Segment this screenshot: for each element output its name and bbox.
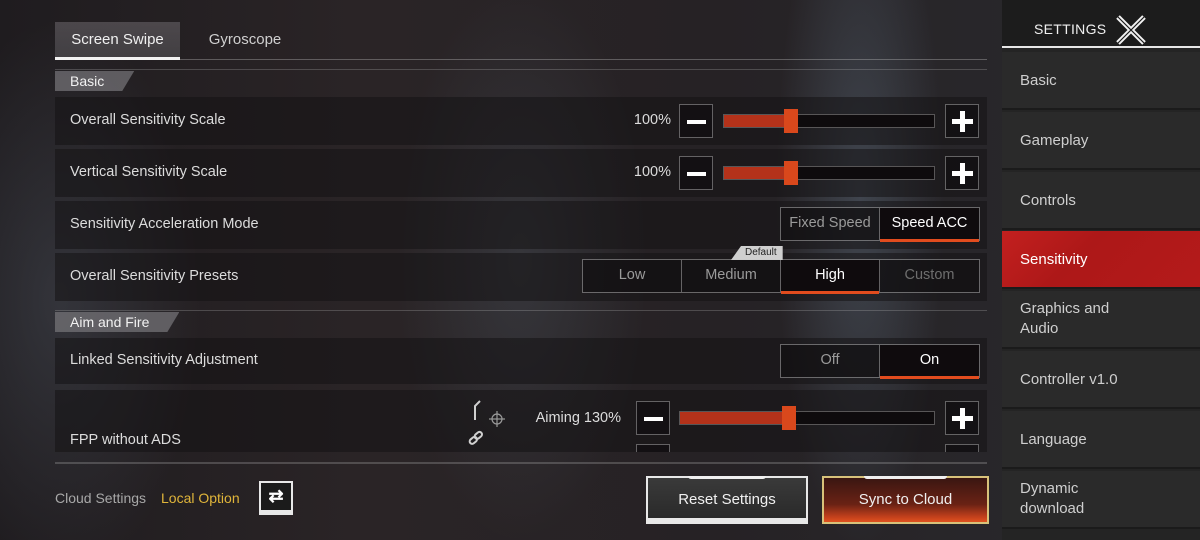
minus-icon xyxy=(644,417,663,421)
section-basic: Basic xyxy=(55,69,987,89)
sidebar-item-controller[interactable]: Controller v1.0 xyxy=(1002,351,1200,409)
sidebar-item-label: Basic xyxy=(1020,72,1057,89)
slider-fill xyxy=(724,167,792,179)
sync-to-cloud-button[interactable]: Sync to Cloud xyxy=(822,476,989,524)
settings-sidebar: SETTINGS Basic Gameplay Controls Sensiti… xyxy=(1002,0,1200,540)
sidebar-item-label: Language xyxy=(1020,431,1087,448)
row-vertical-sensitivity: Vertical Sensitivity Scale 100% xyxy=(55,149,987,197)
sensitivity-presets-label: Overall Sensitivity Presets xyxy=(70,268,239,284)
cloud-settings-label: Cloud Settings xyxy=(55,490,147,506)
vertical-sensitivity-label: Vertical Sensitivity Scale xyxy=(70,164,228,180)
swap-icon[interactable]: ⇄ xyxy=(259,481,293,515)
sidebar-header: SETTINGS xyxy=(1002,0,1200,48)
row-fpp-without-ads: FPP without ADS Aiming 130% xyxy=(55,390,987,452)
acceleration-mode-toggle: Fixed Speed Speed ACC xyxy=(780,207,980,242)
section-basic-label: Basic xyxy=(55,71,134,91)
sidebar-item-controls[interactable]: Controls xyxy=(1002,172,1200,230)
preset-high[interactable]: High xyxy=(781,260,880,294)
sidebar-item-basic[interactable]: Basic xyxy=(1002,52,1200,110)
row-acceleration-mode: Sensitivity Acceleration Mode Fixed Spee… xyxy=(55,201,987,249)
slider-thumb[interactable] xyxy=(784,109,799,133)
sensitivity-presets-selector: Low Medium High Custom xyxy=(582,259,980,294)
preset-custom[interactable]: Custom xyxy=(880,260,979,292)
sidebar-title: SETTINGS xyxy=(1034,21,1107,37)
slider-thumb[interactable] xyxy=(784,161,799,185)
close-icon[interactable] xyxy=(1115,14,1147,46)
slider-fill xyxy=(724,115,792,127)
reset-settings-button[interactable]: Reset Settings xyxy=(646,476,808,524)
slider-fill xyxy=(680,412,790,424)
sidebar-item-label: Dynamic download xyxy=(1020,480,1085,517)
section-aim-and-fire-label: Aim and Fire xyxy=(55,312,179,332)
sidebar-item-language[interactable]: Language xyxy=(1002,411,1200,469)
sidebar-item-graphics-audio[interactable]: Graphics and Audio xyxy=(1002,291,1200,349)
preset-medium[interactable]: Medium xyxy=(682,260,781,292)
tab-bar: Screen Swipe Gyroscope xyxy=(55,22,987,60)
vertical-sensitivity-value: 100% xyxy=(633,164,671,180)
aiming-value: Aiming 130% xyxy=(535,410,621,426)
overall-sensitivity-slider[interactable] xyxy=(723,109,935,133)
linked-adjustment-label: Linked Sensitivity Adjustment xyxy=(70,352,258,368)
next-row-increase-button[interactable] xyxy=(945,444,979,452)
minus-icon xyxy=(687,120,706,124)
row-overall-sensitivity: Overall Sensitivity Scale 100% xyxy=(55,97,987,145)
section-aim-and-fire: Aim and Fire xyxy=(55,310,987,330)
link-bracket-icon xyxy=(468,400,505,445)
sidebar-item-label: Graphics and Audio xyxy=(1020,300,1110,337)
sidebar-item-label: Sensitivity xyxy=(1020,251,1088,268)
vertical-sensitivity-slider[interactable] xyxy=(723,161,935,185)
aiming-decrease-button[interactable] xyxy=(636,401,670,435)
slider-thumb[interactable] xyxy=(782,406,797,430)
sidebar-item-label: Gameplay xyxy=(1020,132,1089,149)
overall-sensitivity-value: 100% xyxy=(633,112,671,128)
tab-gyroscope[interactable]: Gyroscope xyxy=(185,22,305,60)
option-on[interactable]: On xyxy=(880,345,979,379)
next-row-decrease-button[interactable] xyxy=(636,444,670,452)
sidebar-item-sensitivity[interactable]: Sensitivity xyxy=(1002,231,1200,289)
preset-low[interactable]: Low xyxy=(583,260,682,292)
minus-icon xyxy=(687,172,706,176)
sidebar-item-label: Controls xyxy=(1020,192,1076,209)
option-speed-acc[interactable]: Speed ACC xyxy=(880,208,979,242)
fpp-without-ads-label: FPP without ADS xyxy=(70,432,181,448)
row-linked-adjustment: Linked Sensitivity Adjustment Off On xyxy=(55,338,987,384)
overall-sensitivity-label: Overall Sensitivity Scale xyxy=(70,112,226,128)
option-fixed-speed[interactable]: Fixed Speed xyxy=(781,208,880,240)
option-off[interactable]: Off xyxy=(781,345,880,377)
acceleration-mode-label: Sensitivity Acceleration Mode xyxy=(70,216,259,232)
sidebar-item-label: Controller v1.0 xyxy=(1020,371,1118,388)
settings-panel: Screen Swipe Gyroscope Basic Overall Sen… xyxy=(55,0,989,540)
aiming-slider[interactable] xyxy=(679,406,935,430)
overall-sensitivity-increase-button[interactable] xyxy=(945,104,979,138)
overall-sensitivity-decrease-button[interactable] xyxy=(679,104,713,138)
content-divider xyxy=(55,462,987,464)
row-sensitivity-presets: Overall Sensitivity Presets Default Low … xyxy=(55,246,987,301)
linked-adjustment-toggle: Off On xyxy=(780,344,980,379)
vertical-sensitivity-decrease-button[interactable] xyxy=(679,156,713,190)
aiming-increase-button[interactable] xyxy=(945,401,979,435)
tab-screen-swipe[interactable]: Screen Swipe xyxy=(55,22,180,60)
vertical-sensitivity-increase-button[interactable] xyxy=(945,156,979,190)
sidebar-item-gameplay[interactable]: Gameplay xyxy=(1002,112,1200,170)
sidebar-item-dynamic-download[interactable]: Dynamic download xyxy=(1002,471,1200,529)
local-option-link[interactable]: Local Option xyxy=(161,490,240,506)
